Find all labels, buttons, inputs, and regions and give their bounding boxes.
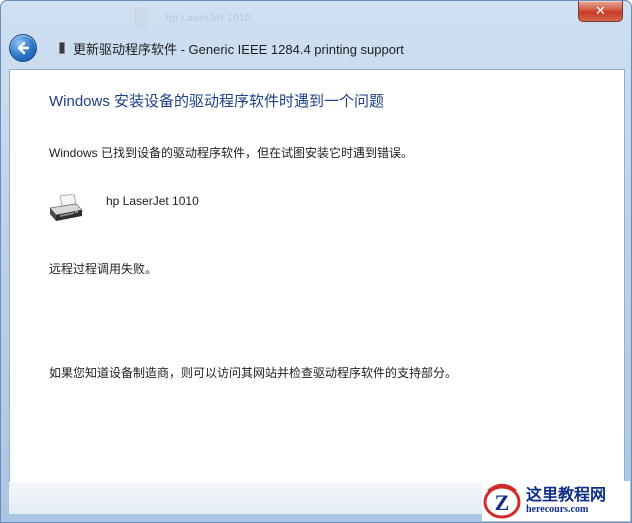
close-icon: ✕ <box>595 3 606 19</box>
error-message: 远程过程调用失败。 <box>49 262 158 276</box>
back-button[interactable] <box>9 34 37 62</box>
background-window-title: hp LaserJet 1010 <box>166 13 252 24</box>
watermark-url: herecours.com <box>526 504 589 515</box>
device-manager-icon <box>59 42 65 54</box>
printer-icon <box>49 194 83 221</box>
background-window-icon <box>134 7 148 29</box>
content-panel: Windows 安装设备的驱动程序软件时遇到一个问题 Windows 已找到设备… <box>9 69 625 483</box>
watermark-text: 这里教程网 herecours.com <box>526 486 606 516</box>
window-title: 更新驱动程序软件 - Generic IEEE 1284.4 printing … <box>73 41 404 57</box>
page-title: Windows 安装设备的驱动程序软件时遇到一个问题 <box>49 93 385 110</box>
title-bar: 更新驱动程序软件 - Generic IEEE 1284.4 printing … <box>9 33 609 63</box>
watermark: Z 这里教程网 herecours.com <box>482 481 630 521</box>
watermark-logo-letter: Z <box>495 490 510 515</box>
back-arrow-icon <box>17 41 30 55</box>
watermark-logo: Z <box>483 483 521 519</box>
help-message: 如果您知道设备制造商，则可以访问其网站并检查驱动程序软件的支持部分。 <box>49 366 458 380</box>
found-message: Windows 已找到设备的驱动程序软件，但在试图安装它时遇到错误。 <box>49 146 414 160</box>
dialog-window: hp LaserJet 1010 ✕ 更新驱动程序软件 - Generic IE… <box>0 0 632 523</box>
close-button[interactable]: ✕ <box>578 1 623 22</box>
watermark-name: 这里教程网 <box>526 485 607 504</box>
device-name: hp LaserJet 1010 <box>106 194 199 208</box>
